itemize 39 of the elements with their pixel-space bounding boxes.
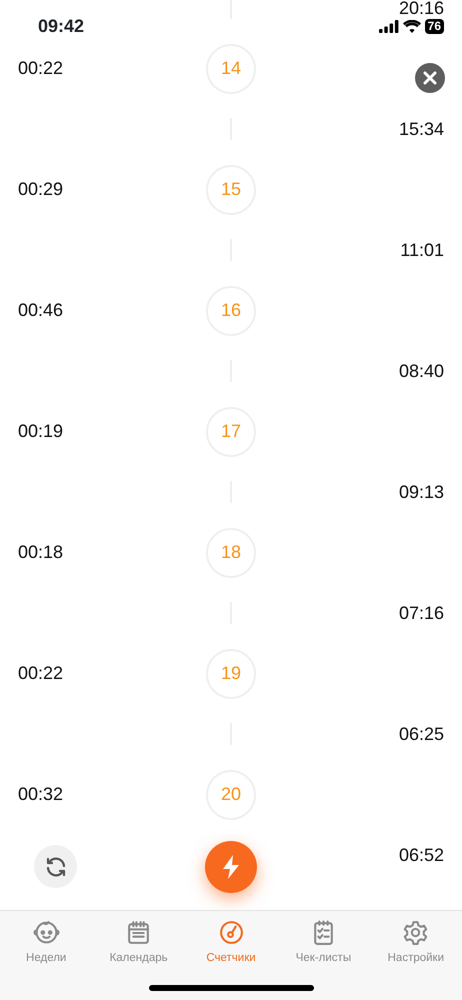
duration-text: 00:46 [18,299,64,322]
wifi-icon [402,20,421,32]
end-time: 07:16 [398,602,444,625]
tab[interactable]: Недели [0,911,92,968]
duration-text: 00:22 [18,662,64,686]
end-time: 11:01 [400,238,444,262]
quick-add-button[interactable] [205,841,257,893]
end-time: 08:40 [398,360,444,383]
tab[interactable]: Календарь [92,911,185,968]
duration-text: 00:19 [18,420,64,444]
count-circle: 14 [206,44,256,94]
end-time: 20:16 [398,0,444,20]
duration-text: 00:29 [18,178,64,202]
tab[interactable]: Настройки [370,911,462,968]
close-icon [423,71,437,85]
close-button[interactable] [415,63,445,93]
status-time: 09:42 [38,14,84,38]
tab[interactable]: Счетчики [184,911,278,968]
count-circle: 16 [206,286,256,336]
settings-icon [402,919,430,946]
count-circle: 19 [206,648,256,698]
end-time: 15:34 [398,118,444,141]
end-time: 09:13 [398,480,444,504]
signal-icon [378,20,399,32]
end-time: 06:25 [398,722,444,746]
count-circle: 20 [206,770,256,820]
refresh-button[interactable] [34,845,77,888]
count-circle: 17 [206,406,256,456]
duration-text: 00:18 [18,541,64,564]
count-circle: 18 [206,528,256,578]
baby-face-icon [32,919,60,946]
lightning-icon [220,854,242,880]
count-circle: 15 [206,164,256,214]
duration-text: 00:22 [18,57,64,80]
battery-icon: 76 [424,18,444,34]
gauge-icon [218,919,245,946]
duration-text: 00:32 [18,783,64,806]
end-time: 06:52 [398,844,444,867]
tab[interactable]: Чек-листы [277,911,370,968]
